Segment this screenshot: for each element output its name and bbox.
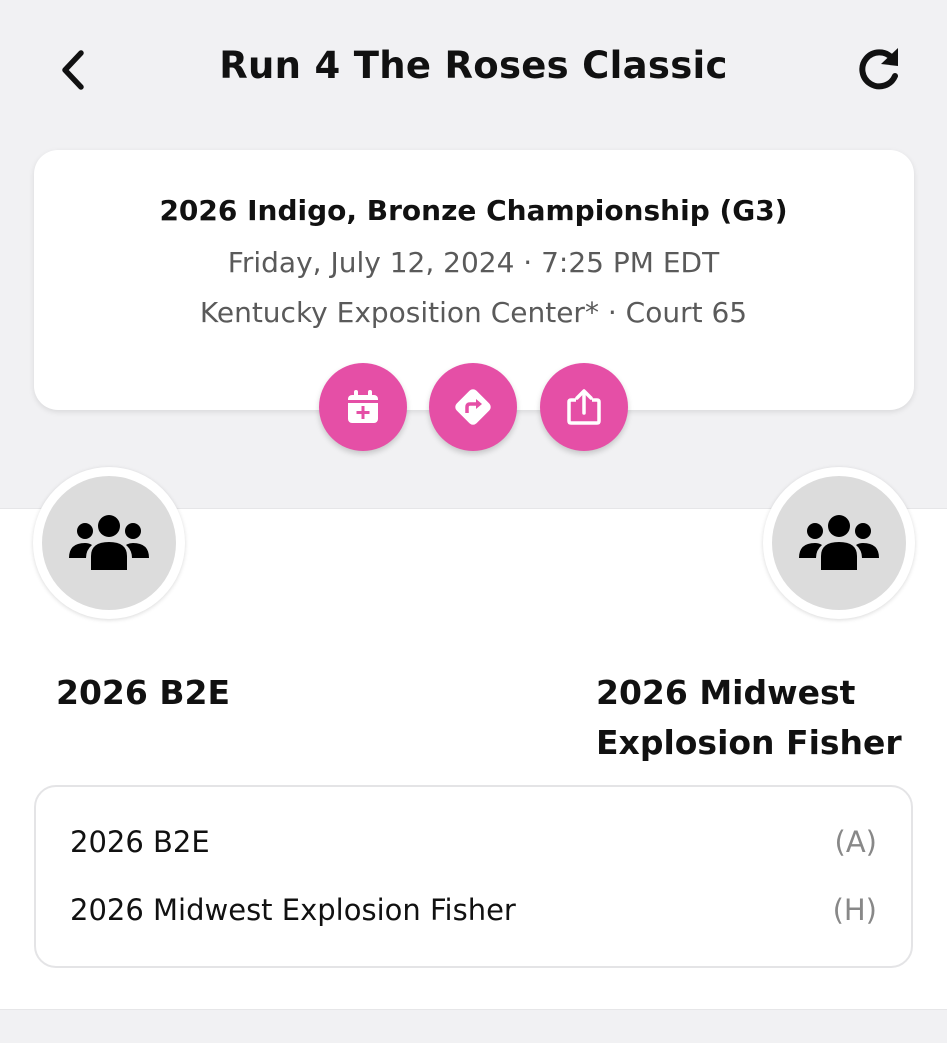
- chevron-left-icon: [62, 50, 84, 90]
- team-row-name[interactable]: 2026 B2E: [70, 825, 210, 859]
- team-avatar-right[interactable]: [763, 467, 915, 619]
- header: Run 4 The Roses Classic: [0, 0, 947, 140]
- team-row-name[interactable]: 2026 Midwest Explosion Fisher: [70, 893, 516, 927]
- share-icon: [567, 389, 601, 425]
- team-avatar-left[interactable]: [33, 467, 185, 619]
- directions-icon: [455, 389, 491, 425]
- left-team-name[interactable]: 2026 B2E: [56, 668, 416, 718]
- add-to-calendar-button[interactable]: [319, 363, 407, 451]
- teams-list-card: [34, 785, 913, 968]
- event-division: 2026 Indigo, Bronze Championship (G3): [159, 194, 788, 227]
- team-row-tag: (H): [832, 893, 877, 927]
- share-button[interactable]: [540, 363, 628, 451]
- team-row-tag: (A): [834, 825, 877, 859]
- calendar-add-icon: [348, 390, 378, 423]
- event-datetime: Friday, July 12, 2024 · 7:25 PM EDT: [227, 246, 720, 279]
- refresh-button[interactable]: [850, 42, 908, 98]
- game-detail-screen: Run 4 The Roses Classic 2026 Indigo, Bro…: [0, 0, 947, 1043]
- directions-button[interactable]: [429, 363, 517, 451]
- event-venue: Kentucky Exposition Center* · Court 65: [199, 296, 748, 329]
- team-group-icon: [69, 515, 149, 570]
- team-group-icon: [799, 515, 879, 570]
- right-team-name[interactable]: 2026 Midwest Explosion Fisher: [596, 668, 916, 768]
- refresh-icon: [859, 48, 898, 90]
- page-title: Run 4 The Roses Classic: [219, 44, 728, 87]
- back-button[interactable]: [48, 44, 96, 96]
